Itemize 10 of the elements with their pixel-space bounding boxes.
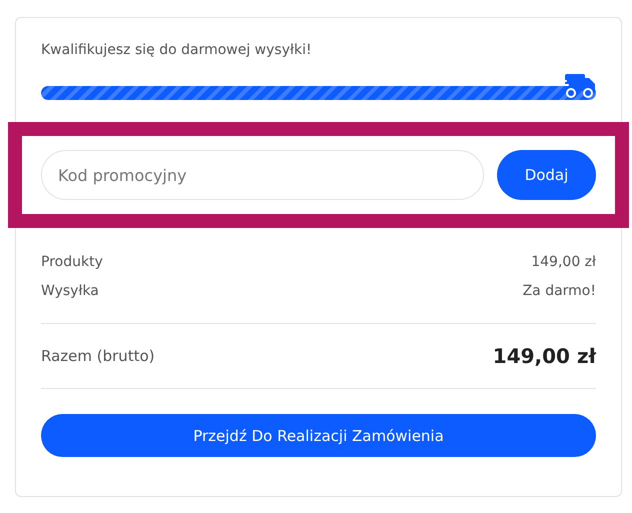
summary-label: Wysyłka — [41, 283, 99, 299]
checkout-button[interactable]: Przejdź Do Realizacji Zamówienia — [41, 414, 596, 457]
total-label: Razem (brutto) — [41, 347, 155, 365]
summary-value: 149,00 zł — [531, 254, 596, 270]
shipping-message: Kwalifikujesz się do darmowej wysyłki! — [41, 42, 313, 58]
promo-code-field[interactable]: Kod promocyjny — [41, 150, 484, 200]
summary-value: Za darmo! — [522, 283, 596, 299]
total-amount: 149,00 zł — [492, 344, 596, 368]
add-button[interactable]: Dodaj — [497, 150, 596, 200]
summary-label: Produkty — [41, 254, 103, 270]
